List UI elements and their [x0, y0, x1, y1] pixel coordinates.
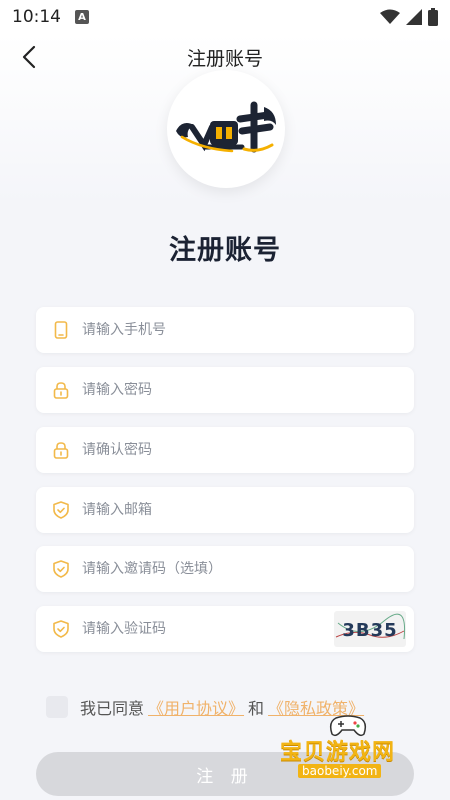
chevron-left-icon	[22, 45, 36, 69]
shield-icon	[52, 501, 70, 519]
register-button[interactable]: 注 册	[36, 752, 414, 796]
phone-icon	[52, 321, 70, 339]
phone-field[interactable]	[36, 307, 414, 353]
nav-title: 注册账号	[186, 47, 263, 70]
page-title: 注册账号	[169, 235, 281, 266]
signal-icon	[406, 9, 422, 25]
privacy-policy-link[interactable]: 《隐私政策》	[268, 695, 364, 719]
email-input[interactable]	[82, 502, 352, 518]
phone-input[interactable]	[82, 322, 352, 338]
lock-icon	[52, 381, 70, 399]
wifi-icon	[380, 9, 400, 24]
confirm-password-field[interactable]	[36, 427, 414, 473]
agree-checkbox[interactable]	[46, 696, 68, 718]
a-icon: A	[75, 10, 89, 24]
status-time: 10:14	[12, 7, 61, 27]
lock-icon	[52, 441, 70, 459]
verification-code-field[interactable]: 3B35	[36, 606, 414, 652]
agree-prefix: 我已同意	[80, 699, 145, 718]
status-bar: 10:14 A	[0, 0, 450, 34]
captcha-text: 3B35	[342, 620, 397, 641]
confirm-password-input[interactable]	[82, 442, 352, 458]
captcha-image[interactable]: 3B35	[334, 611, 406, 647]
logo-image	[167, 70, 285, 188]
user-agreement-link[interactable]: 《用户协议》	[148, 695, 244, 719]
verification-code-input[interactable]	[82, 621, 282, 637]
status-icons	[380, 8, 438, 26]
invite-code-field[interactable]	[36, 546, 414, 592]
battery-icon	[428, 8, 438, 26]
shield-icon	[52, 620, 70, 638]
agreement-row: 我已同意 《用户协议》 和 《隐私政策》	[46, 694, 368, 720]
bull-logo	[176, 101, 276, 153]
email-field[interactable]	[36, 487, 414, 533]
back-button[interactable]	[14, 42, 44, 72]
password-field[interactable]	[36, 367, 414, 413]
shield-icon	[52, 560, 70, 578]
password-input[interactable]	[82, 382, 352, 398]
invite-code-input[interactable]	[82, 561, 352, 577]
agree-and: 和	[248, 699, 265, 718]
